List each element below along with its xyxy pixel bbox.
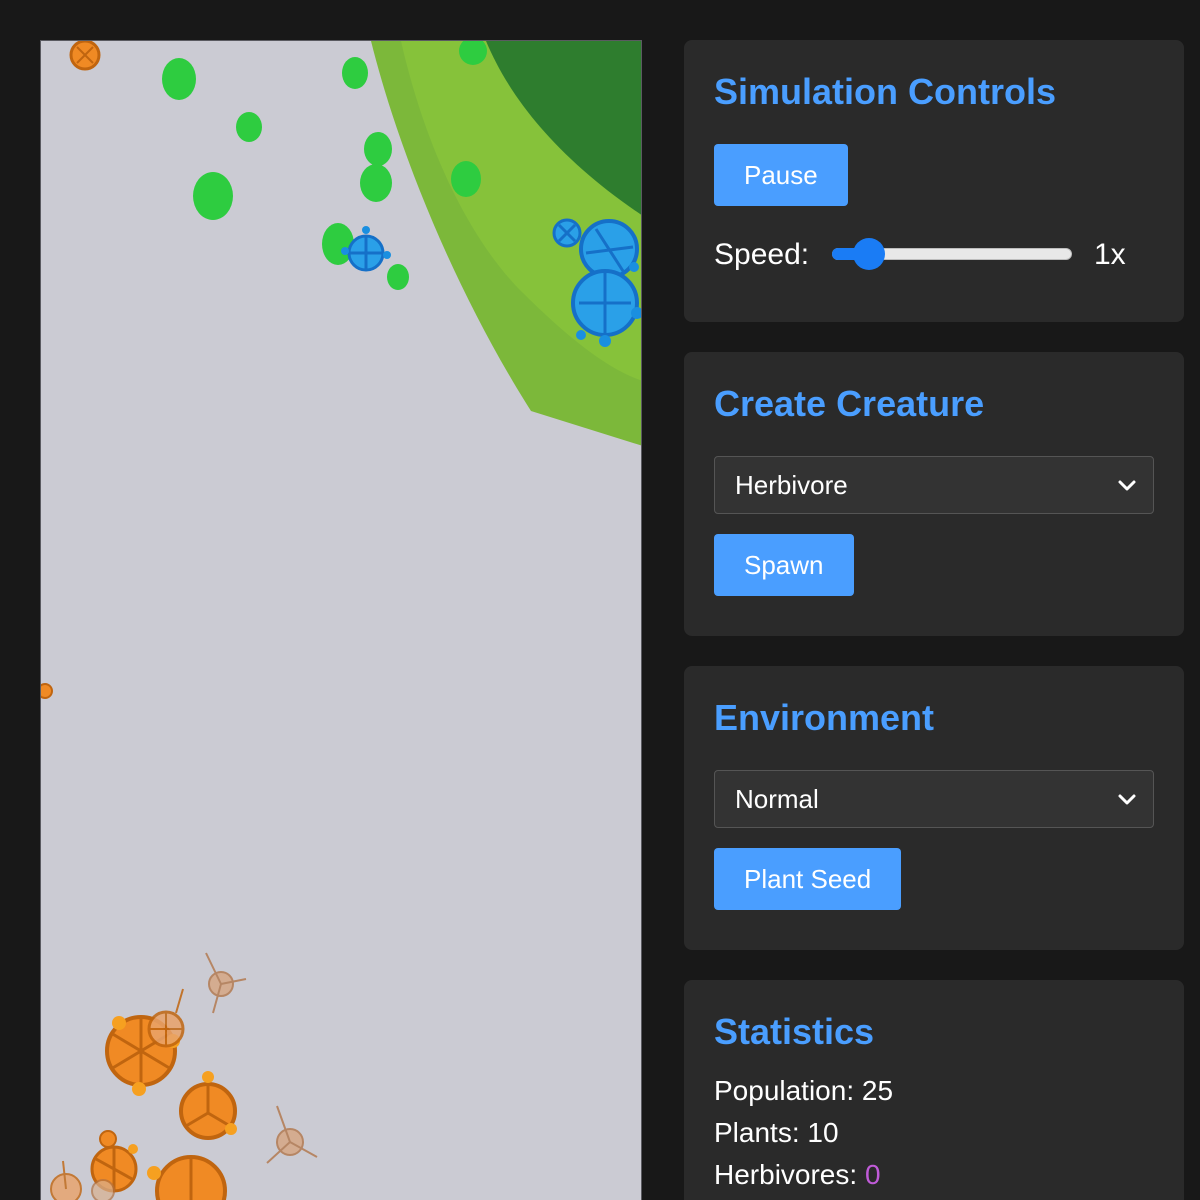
speed-slider-thumb[interactable] [852, 238, 885, 270]
carnivore [69, 41, 101, 71]
plant-seed-button[interactable]: Plant Seed [714, 848, 902, 910]
statistics-panel: Statistics Population: 25 Plants: 10 Her… [684, 980, 1184, 1200]
carnivore [147, 988, 185, 1048]
carnivore [205, 952, 247, 1014]
plant [193, 172, 233, 220]
spawn-button[interactable]: Spawn [714, 534, 854, 596]
panel-title: Simulation Controls [714, 71, 1056, 112]
creature-type-select[interactable]: Herbivore [714, 456, 1154, 514]
simulation-canvas[interactable] [40, 40, 642, 1200]
world-svg [41, 41, 641, 1200]
herbivore [579, 219, 639, 279]
speed-label: Speed: [714, 238, 810, 271]
carnivore [41, 683, 53, 699]
pause-button[interactable]: Pause [714, 144, 848, 206]
carnivore [91, 1179, 115, 1200]
carnivore [179, 1071, 237, 1140]
panel-title: Environment [714, 697, 935, 738]
environment-panel: Environment Normal Plant Seed [684, 666, 1184, 950]
carnivore [147, 1155, 227, 1200]
environment-value: Normal [735, 784, 819, 814]
chevron-down-icon [1118, 480, 1136, 491]
plant [387, 264, 409, 290]
population-stat: Population: 25 [714, 1075, 894, 1106]
speed-value: 1x [1094, 238, 1126, 271]
plant [364, 132, 392, 166]
plant [360, 164, 392, 202]
create-creature-panel: Create Creature Herbivore Spawn [684, 352, 1184, 636]
plants-stat: Plants: 10 [714, 1117, 839, 1148]
panel-title: Statistics [714, 1011, 875, 1052]
chevron-down-icon [1118, 794, 1136, 805]
panel-title: Create Creature [714, 383, 985, 424]
plant [342, 57, 368, 89]
environment-select[interactable]: Normal [714, 770, 1154, 828]
creature-type-value: Herbivore [735, 470, 848, 500]
carnivores-group [41, 41, 318, 1200]
speed-slider[interactable] [832, 238, 1072, 270]
carnivore [50, 1160, 82, 1200]
plant [451, 161, 481, 197]
herbivore [552, 218, 582, 248]
carnivore [266, 1105, 318, 1164]
plant [236, 112, 262, 142]
herbivores-stat: Herbivores: 0 [714, 1159, 881, 1190]
simulation-controls-panel: Simulation Controls Pause Speed: 1x [684, 40, 1184, 322]
plant [162, 58, 196, 100]
